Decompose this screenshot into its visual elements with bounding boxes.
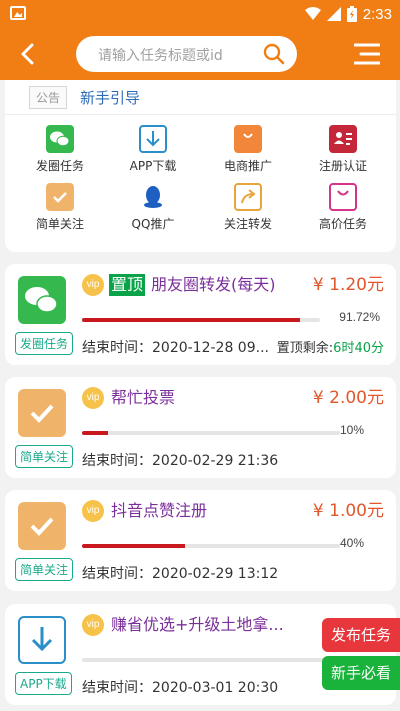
end-time: 结束时间：2020-02-29 13:12: [82, 566, 279, 582]
task-price: ¥ 1.00元: [312, 501, 384, 521]
category-item[interactable]: 注册认证: [299, 125, 387, 174]
download-icon: [18, 616, 66, 664]
status-icons: 2:33: [304, 4, 392, 24]
end-time: 结束时间：2020-03-01 20:30: [82, 680, 279, 696]
search-bar[interactable]: 请输入任务标题或id: [76, 36, 297, 72]
task-price: ¥ 2.00元: [312, 388, 384, 408]
menu-icon[interactable]: [354, 42, 380, 66]
progress-percent: 40%: [339, 536, 364, 550]
pinned-badge: 置顶: [109, 274, 146, 296]
category-item[interactable]: QQ推广: [109, 183, 197, 232]
task-title: 赚省优选+升级土地拿...: [111, 615, 284, 634]
notice-tag: 公告: [29, 86, 68, 109]
wechat-icon: [46, 125, 74, 153]
header: 请输入任务标题或id: [0, 28, 400, 80]
task-price: ¥ 1.20元: [312, 275, 384, 295]
status-bar: 2:33: [0, 0, 400, 28]
download-icon: [139, 125, 167, 153]
check-icon: [18, 389, 66, 437]
wifi-icon: [304, 7, 321, 20]
end-time: 结束时间：2020-12-28 09...: [82, 340, 269, 356]
category-item[interactable]: 发圈任务: [16, 125, 104, 174]
task-category-tag: APP下载: [15, 672, 72, 695]
publish-task-button[interactable]: 发布任务: [322, 618, 400, 652]
search-input[interactable]: 请输入任务标题或id: [98, 45, 223, 65]
progress-bar: [82, 318, 320, 322]
gallery-icon: [10, 6, 26, 20]
check-icon: [46, 183, 74, 211]
category-item[interactable]: 高价任务: [299, 183, 387, 232]
progress-percent: 10%: [339, 423, 364, 437]
category-item[interactable]: 简单关注: [16, 183, 104, 232]
notice-row: 公告 新手引导: [5, 80, 396, 115]
shopping-bag-icon: [234, 125, 262, 153]
notice-card: 公告 新手引导 发圈任务 APP下载 电商推广 注册认证 简单关注 QQ推广 关…: [5, 80, 396, 252]
task-card[interactable]: 简单关注 vip 抖音点赞注册 ¥ 1.00元 40% 结束时间：2020-02…: [5, 490, 396, 591]
beginner-guide-button[interactable]: 新手必看: [322, 656, 400, 690]
category-item[interactable]: APP下载: [109, 125, 197, 174]
notice-link[interactable]: 新手引导: [80, 87, 140, 108]
pinned-remaining: 置顶剩余:6时40分: [276, 341, 384, 356]
vip-badge: vip: [82, 500, 104, 522]
register-icon: [329, 125, 357, 153]
battery-icon: [346, 6, 357, 22]
check-icon: [18, 502, 66, 550]
task-card[interactable]: 简单关注 vip 帮忙投票 ¥ 2.00元 10% 结束时间：2020-02-2…: [5, 377, 396, 478]
task-category-tag: 简单关注: [15, 445, 74, 468]
gift-bag-icon: [329, 183, 357, 211]
progress-bar: [82, 431, 340, 435]
task-title: 帮忙投票: [111, 388, 176, 407]
search-icon[interactable]: [263, 43, 285, 65]
task-category-tag: 发圈任务: [15, 332, 74, 355]
progress-bar: [82, 658, 340, 662]
category-item[interactable]: 电商推广: [204, 125, 292, 174]
vip-badge: vip: [82, 274, 104, 296]
task-title: 抖音点赞注册: [111, 501, 208, 520]
wechat-icon: [18, 276, 66, 324]
task-category-tag: 简单关注: [15, 558, 74, 581]
clock: 2:33: [362, 5, 392, 23]
share-icon: [234, 183, 262, 211]
task-card[interactable]: 发圈任务 vip 置顶 朋友圈转发(每天) ¥ 1.20元 91.72% 结束时…: [5, 264, 396, 365]
back-icon[interactable]: [14, 40, 42, 68]
task-title: 朋友圈转发(每天): [151, 275, 276, 294]
vip-badge: vip: [82, 614, 104, 636]
qq-icon: [139, 183, 167, 211]
progress-bar: [82, 544, 340, 548]
signal-icon: [326, 7, 341, 21]
vip-badge: vip: [82, 387, 104, 409]
progress-percent: 91.72%: [339, 310, 380, 324]
end-time: 结束时间：2020-02-29 21:36: [82, 453, 279, 469]
category-item[interactable]: 关注转发: [204, 183, 292, 232]
